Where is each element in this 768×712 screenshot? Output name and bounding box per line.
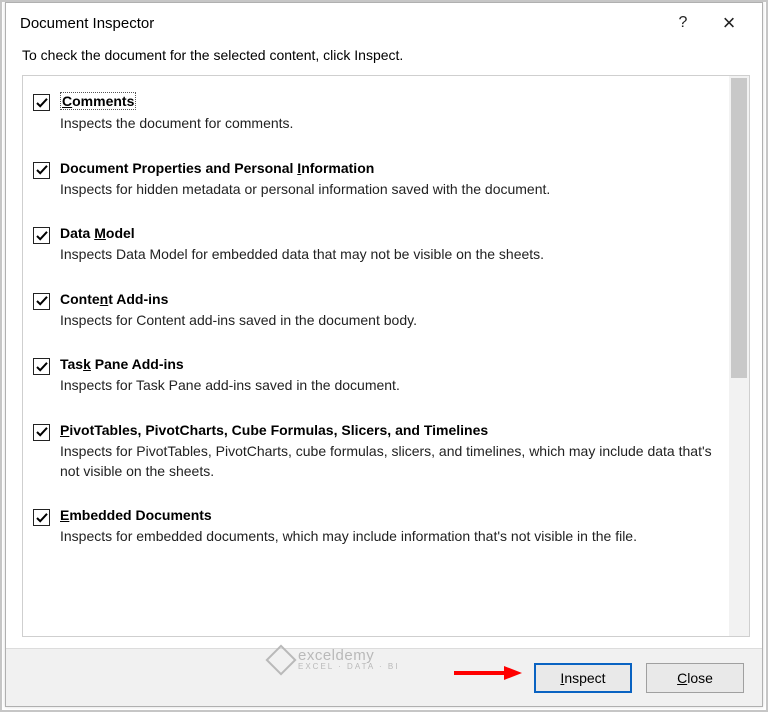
inspection-item-title: Comments [60, 92, 136, 110]
titlebar: Document Inspector ? × [6, 3, 762, 43]
inspection-item-desc: Inspects for Content add-ins saved in th… [60, 311, 719, 331]
checkbox[interactable] [33, 162, 50, 179]
checkbox[interactable] [33, 358, 50, 375]
help-button[interactable]: ? [660, 6, 706, 40]
checkbox[interactable] [33, 94, 50, 111]
inspection-item-desc: Inspects for PivotTables, PivotCharts, c… [60, 442, 719, 481]
checkbox[interactable] [33, 509, 50, 526]
window-title: Document Inspector [20, 15, 660, 32]
inspection-item-desc: Inspects the document for comments. [60, 114, 719, 134]
inspection-item-title: Content Add-ins [60, 291, 168, 307]
inspection-item-title: Data Model [60, 225, 135, 241]
checkbox[interactable] [33, 424, 50, 441]
dialog-footer: Inspect Close [6, 648, 762, 706]
checkbox[interactable] [33, 227, 50, 244]
inspection-item: Document Properties and Personal Informa… [31, 150, 723, 216]
inspection-list: Comments Inspects the document for commen… [22, 75, 750, 637]
instruction-text: To check the document for the selected c… [6, 43, 762, 75]
inspection-item: Data Model Inspects Data Model for embedd… [31, 215, 723, 281]
inspection-item: PivotTables, PivotCharts, Cube Formulas,… [31, 412, 723, 497]
close-button[interactable]: Close [646, 663, 744, 693]
inspection-item-title: Document Properties and Personal Informa… [60, 160, 374, 176]
inspection-item-desc: Inspects for Task Pane add-ins saved in … [60, 376, 719, 396]
inspection-item-title: Task Pane Add-ins [60, 356, 184, 372]
inspection-item: Embedded Documents Inspects for embedded … [31, 497, 723, 563]
checkbox[interactable] [33, 293, 50, 310]
scrollbar[interactable] [729, 76, 749, 636]
scrollbar-thumb[interactable] [731, 78, 747, 378]
inspection-item-title: Embedded Documents [60, 507, 212, 523]
inspection-item-desc: Inspects for embedded documents, which m… [60, 527, 719, 547]
inspection-item-desc: Inspects for hidden metadata or personal… [60, 180, 719, 200]
close-window-button[interactable]: × [706, 6, 752, 40]
inspection-item: Task Pane Add-ins Inspects for Task Pane … [31, 346, 723, 412]
inspection-item: Content Add-ins Inspects for Content add-… [31, 281, 723, 347]
document-inspector-dialog: Document Inspector ? × To check the docu… [5, 2, 763, 707]
inspection-item-title: PivotTables, PivotCharts, Cube Formulas,… [60, 422, 488, 438]
inspect-button[interactable]: Inspect [534, 663, 632, 693]
inspection-item-desc: Inspects Data Model for embedded data th… [60, 245, 719, 265]
inspection-item: Comments Inspects the document for commen… [31, 82, 723, 150]
